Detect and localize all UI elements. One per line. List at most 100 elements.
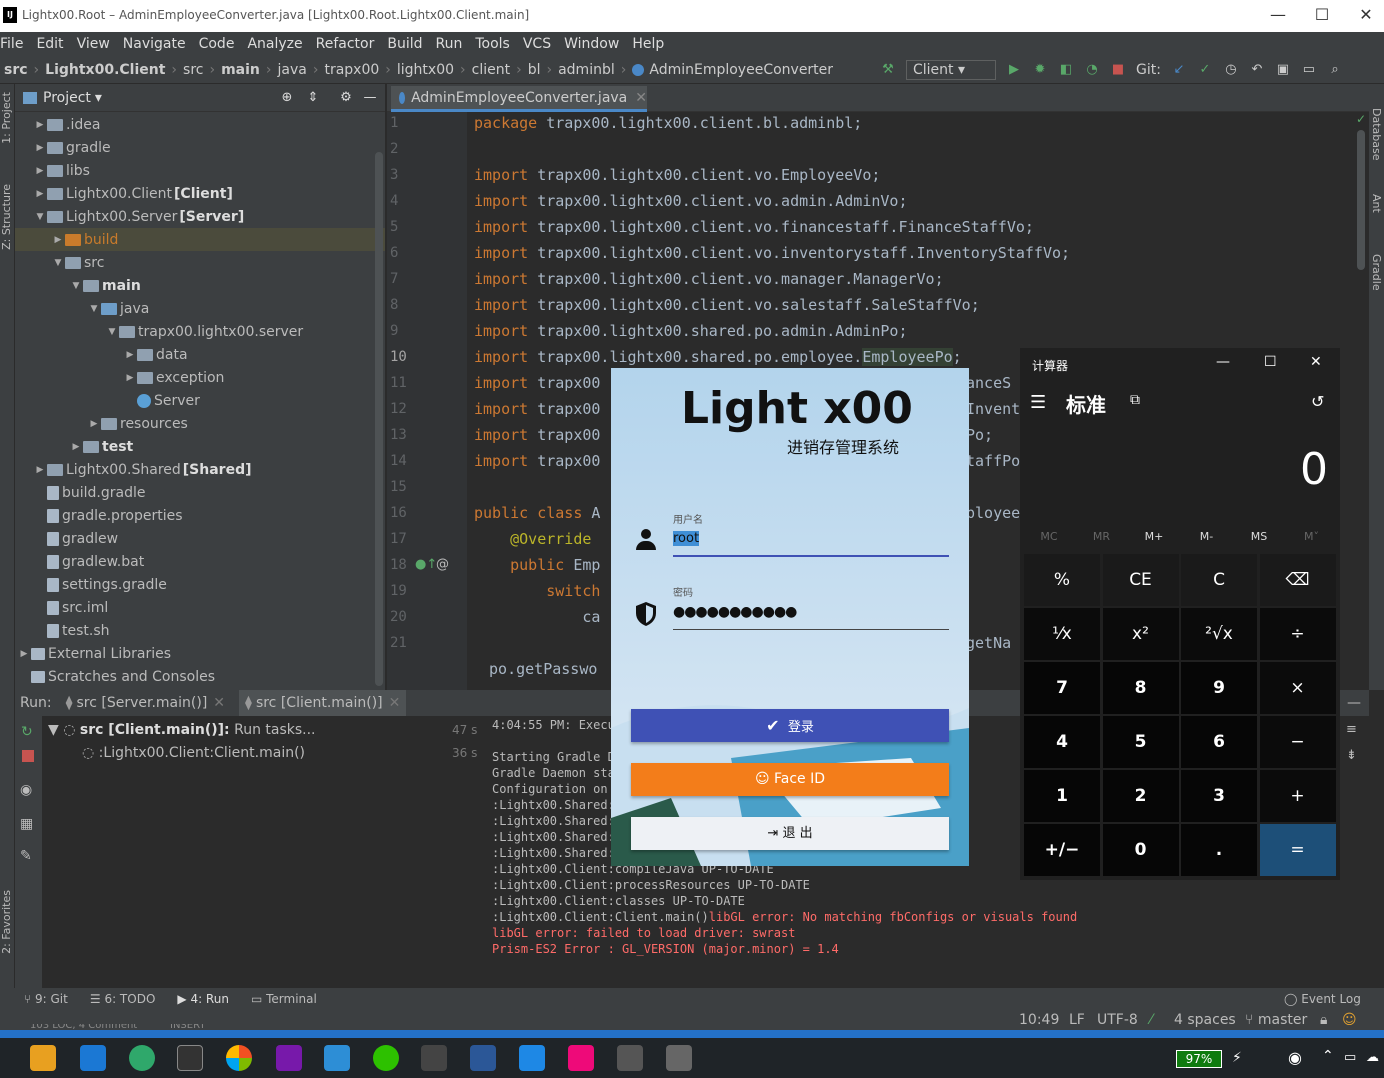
menu-item-vcs[interactable]: VCS <box>523 36 551 52</box>
code-line[interactable]: import trapx00.lightx00.shared.po.admin.… <box>474 322 907 340</box>
calc-key[interactable]: 1 <box>1024 770 1100 822</box>
close-button[interactable]: ✕ <box>1344 4 1384 28</box>
expand-arrow-icon[interactable]: ▶ <box>17 649 31 659</box>
code-line[interactable]: po.getPasswo <box>480 660 597 678</box>
battery-indicator[interactable]: 97% <box>1176 1050 1222 1068</box>
calc-key[interactable]: 7 <box>1024 662 1100 714</box>
terminal-icon[interactable]: ▭ <box>1301 62 1317 78</box>
sync-icon[interactable]: ◉ <box>1288 1048 1302 1067</box>
editor-tab[interactable]: AdminEmployeeConverter.java ✕ <box>391 86 647 112</box>
tree-item[interactable]: ▶ gradle <box>15 136 385 159</box>
stop-run-icon[interactable] <box>22 750 34 762</box>
code-line[interactable]: import trapx00.lightx00.client.vo.Employ… <box>474 166 880 184</box>
expand-arrow-icon[interactable]: ▶ <box>33 189 47 199</box>
breadcrumb-item[interactable]: java <box>278 62 307 78</box>
calc-key[interactable]: − <box>1259 716 1336 768</box>
cloud-icon[interactable]: ☁ <box>1366 1050 1379 1065</box>
calc-key[interactable]: 5 <box>1102 716 1179 768</box>
status-branch[interactable]: ⑂ master <box>1245 1012 1307 1028</box>
minimize-button[interactable]: — <box>1256 4 1300 28</box>
gitkraken-icon[interactable] <box>421 1045 447 1071</box>
code-line[interactable]: import trapx00 <box>474 400 600 418</box>
tree-item[interactable]: ▶ exception <box>15 366 385 389</box>
favorites-tool-tab[interactable]: 2: Favorites <box>0 890 13 954</box>
tree-item[interactable]: ▼ trapx00.lightx00.server <box>15 320 385 343</box>
tree-item[interactable]: ▶ build <box>15 228 385 251</box>
code-line[interactable]: import trapx00 <box>474 426 600 444</box>
calc-key[interactable]: C <box>1181 554 1257 606</box>
run-tree-root[interactable]: ▼ ◌ src [Client.main()]: Run tasks... <box>48 722 316 738</box>
breadcrumb-item[interactable]: trapx00 <box>324 62 379 78</box>
minimize-panel-icon[interactable]: — <box>1347 695 1361 711</box>
mail-icon[interactable] <box>80 1045 106 1071</box>
tree-item[interactable]: ▶ .idea <box>15 113 385 136</box>
pin-icon[interactable]: ✎ <box>20 848 32 864</box>
username-input[interactable]: root <box>673 531 949 557</box>
build-hammer-icon[interactable]: ⚒ <box>880 62 896 78</box>
code-line-fragment[interactable]: Invent <box>966 400 1020 418</box>
tree-item[interactable]: gradlew <box>15 527 385 550</box>
breadcrumb-item[interactable]: src <box>183 62 203 78</box>
run-tree-child[interactable]: ◌ :Lightx00.Client:Client.main() <box>82 745 305 761</box>
code-line[interactable]: import trapx00.lightx00.client.vo.invent… <box>474 244 1070 262</box>
expand-arrow-icon[interactable]: ▶ <box>33 166 47 176</box>
store-icon[interactable] <box>30 1045 56 1071</box>
code-line-fragment[interactable]: Po; <box>966 426 993 444</box>
code-line[interactable]: import trapx00 <box>474 452 600 470</box>
run-tab-client[interactable]: ⧫ src [Client.main()] ✕ <box>239 690 407 716</box>
memory-button[interactable]: M+ <box>1129 530 1179 543</box>
password-input[interactable]: ●●●●●●●●●●● <box>673 604 949 630</box>
layout-icon[interactable]: ▦ <box>20 816 33 832</box>
memory-button[interactable]: MS <box>1234 530 1284 543</box>
tree-item[interactable]: build.gradle <box>15 481 385 504</box>
calc-key[interactable]: + <box>1259 770 1336 822</box>
exit-button[interactable]: ⇥ 退 出 <box>631 817 949 850</box>
tree-item[interactable]: ▶ libs <box>15 159 385 182</box>
annotation-marker-icon[interactable]: @ <box>436 557 449 572</box>
tree-item[interactable]: gradlew.bat <box>15 550 385 573</box>
project-scrollbar[interactable] <box>375 152 383 686</box>
tree-item[interactable]: ▶ Lightx00.Shared [Shared] <box>15 458 385 481</box>
menu-item-window[interactable]: Window <box>564 36 619 52</box>
code-line[interactable]: import trapx00 <box>474 374 600 392</box>
code-line-fragment[interactable]: getNa <box>966 634 1011 652</box>
code-line[interactable]: import trapx00.lightx00.client.vo.admin.… <box>474 192 907 210</box>
faceid-button[interactable]: ☺ Face ID <box>631 763 949 796</box>
run-tab-server[interactable]: ⧫ src [Server.main()] ✕ <box>66 695 225 711</box>
settings-gear-icon[interactable]: ⚙ <box>338 90 354 106</box>
project-panel-title[interactable]: Project <box>43 90 91 106</box>
breadcrumb-item[interactable]: main <box>221 62 260 78</box>
calc-key[interactable]: +/− <box>1024 824 1100 876</box>
lock-icon[interactable]: 🔒︎ <box>1320 1012 1327 1028</box>
expand-arrow-icon[interactable]: ▼ <box>33 212 47 222</box>
calc-key[interactable]: 4 <box>1024 716 1100 768</box>
calculator-taskbar-icon[interactable] <box>666 1045 692 1071</box>
breadcrumb-item[interactable]: AdminEmployeeConverter <box>649 62 833 78</box>
menu-item-analyze[interactable]: Analyze <box>247 36 302 52</box>
tool-tab-git[interactable]: ⑂ 9: Git <box>24 992 68 1006</box>
code-line-fragment[interactable]: ployee <box>966 504 1020 522</box>
calc-key[interactable]: 3 <box>1181 770 1257 822</box>
memory-button[interactable]: M˅ <box>1287 530 1337 543</box>
soft-wrap-icon[interactable]: ≡ <box>1346 722 1357 737</box>
office-icon[interactable] <box>324 1045 350 1071</box>
revert-icon[interactable]: ↶ <box>1249 62 1265 78</box>
calc-key[interactable]: × <box>1259 662 1336 714</box>
status-encoding[interactable]: UTF-8 <box>1097 1012 1138 1028</box>
coverage-icon[interactable]: ◧ <box>1058 62 1074 78</box>
breadcrumb-item[interactable]: lightx00 <box>397 62 454 78</box>
calc-key[interactable]: = <box>1259 824 1336 876</box>
calc-close-button[interactable]: ✕ <box>1310 354 1322 370</box>
stop-icon[interactable]: ■ <box>1110 62 1126 78</box>
calc-key[interactable]: 6 <box>1181 716 1257 768</box>
power-plug-icon[interactable]: ⚡ <box>1232 1050 1242 1066</box>
expand-arrow-icon[interactable]: ▼ <box>69 281 83 291</box>
project-tool-tab[interactable]: 1: Project <box>0 92 13 144</box>
tree-item[interactable]: Server <box>15 389 385 412</box>
calc-key[interactable]: ⌫ <box>1259 554 1336 606</box>
scroll-end-icon[interactable]: ⇟ <box>1346 748 1357 763</box>
gradle-tool-tab[interactable]: Gradle <box>1370 254 1383 291</box>
breadcrumb-item[interactable]: adminbl <box>558 62 615 78</box>
intellij-taskbar-icon[interactable] <box>568 1045 594 1071</box>
event-log-button[interactable]: ◯ Event Log <box>1284 992 1361 1006</box>
